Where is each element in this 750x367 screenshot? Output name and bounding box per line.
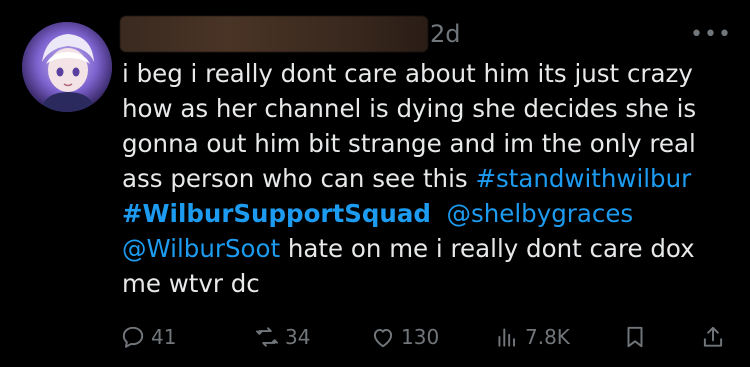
anime-character-avatar-icon [22, 22, 112, 112]
tweet[interactable]: 2d ••• i beg i really dont care about hi… [0, 0, 750, 367]
text-line-3: gonna out him bit strange and im the onl… [122, 129, 696, 158]
reply-button[interactable]: 41 [120, 322, 176, 352]
hashtag-standwithwilbur[interactable]: #standwithwilbur [475, 164, 691, 193]
views-count: 7.8K [525, 325, 570, 349]
bookmark-icon [627, 326, 643, 348]
views-button[interactable]: 7.8K [494, 322, 570, 352]
tweet-header: 2d ••• [120, 14, 731, 54]
views-chart-icon [498, 328, 516, 347]
text-line-4-start: ass person who can see this [122, 164, 476, 193]
mention-wilbursoot[interactable]: @WilburSoot [122, 234, 280, 263]
share-button[interactable] [700, 322, 731, 352]
text-line-4: ass person who can see this #standwithwi… [122, 161, 722, 196]
text-line-7: me wtvr dc [122, 269, 260, 298]
text-line-6-rest: hate on me i really dont care dox [280, 234, 695, 263]
text-line-5: #WilburSupportSquad @shelbygraces [122, 196, 722, 231]
post-time[interactable]: 2d [430, 20, 461, 48]
share-icon [703, 326, 723, 347]
tweet-text: i beg i really dont care about him its j… [122, 56, 722, 301]
heart-icon [373, 328, 393, 348]
redacted-username [120, 16, 428, 52]
text-line-6: @WilburSoot hate on me i really dont car… [122, 231, 722, 266]
hashtag-wilbursupportsquad[interactable]: #WilburSupportSquad [122, 199, 431, 228]
repost-icon [256, 327, 278, 347]
text-line-2: how as her channel is dying she decides … [122, 94, 697, 123]
text-line-1: i beg i really dont care about him its j… [122, 59, 693, 88]
more-options-icon[interactable]: ••• [690, 22, 732, 47]
avatar[interactable] [22, 22, 112, 112]
repost-count: 34 [285, 325, 311, 349]
reply-count: 41 [151, 325, 177, 349]
bookmark-button[interactable] [622, 322, 653, 352]
repost-button[interactable]: 34 [254, 322, 310, 352]
like-count: 130 [401, 325, 440, 349]
like-button[interactable]: 130 [370, 322, 439, 352]
action-bar: 41 34 130 7.8K [120, 320, 730, 360]
mention-shelbygraces[interactable]: @shelbygraces [446, 199, 633, 228]
reply-icon [122, 326, 144, 348]
